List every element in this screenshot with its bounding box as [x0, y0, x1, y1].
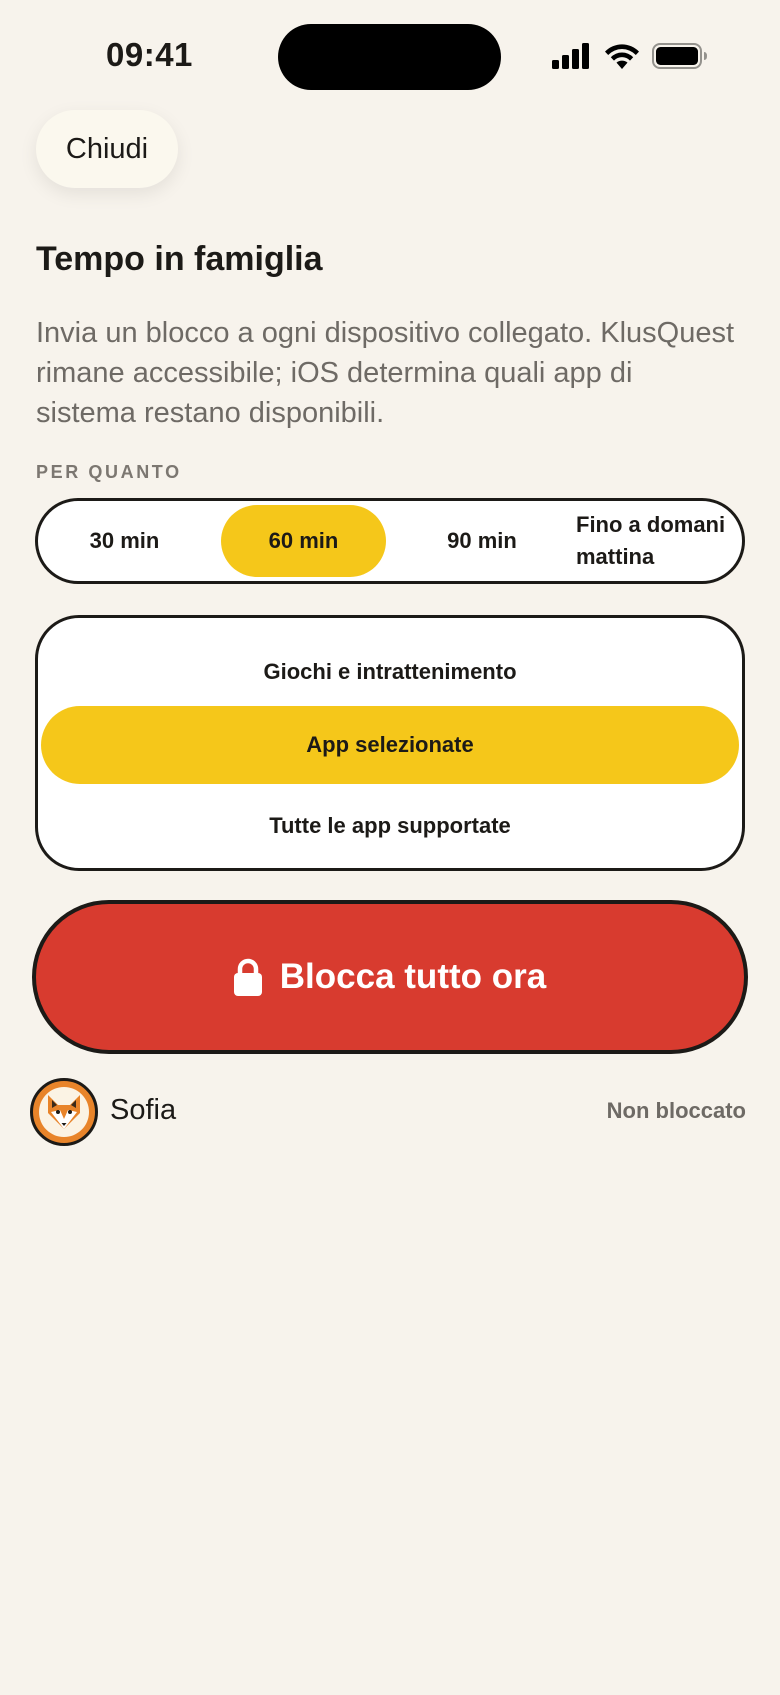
page-title: Tempo in famiglia: [36, 240, 323, 278]
duration-option-30[interactable]: 30 min: [42, 505, 207, 577]
duration-section-label: PER QUANTO: [36, 462, 182, 482]
battery-icon: [652, 42, 707, 69]
scope-option-games[interactable]: Giochi e intrattenimento: [41, 633, 739, 711]
child-row[interactable]: Sofia Non bloccato: [30, 1078, 746, 1146]
page-description: Invia un blocco a ogni dispositivo colle…: [36, 317, 735, 429]
duration-option-90[interactable]: 90 min: [399, 505, 565, 577]
duration-picker: 30 min 60 min 90 min Fino a domani matti…: [35, 498, 745, 584]
avatar: [30, 1078, 98, 1146]
child-status: Non bloccato: [606, 1098, 746, 1123]
child-name: Sofia: [110, 1094, 177, 1126]
block-all-button[interactable]: Blocca tutto ora: [32, 900, 748, 1054]
lock-icon: [233, 958, 262, 996]
status-icons: [552, 42, 708, 69]
scope-option-all-apps[interactable]: Tutte le app supportate: [41, 787, 739, 865]
wifi-icon: [605, 44, 639, 69]
scope-option-selected-apps[interactable]: App selezionate: [41, 706, 739, 784]
duration-option-60[interactable]: 60 min: [221, 505, 386, 577]
cellular-signal-icon: [552, 42, 589, 69]
block-all-label: Blocca tutto ora: [279, 957, 547, 996]
fox-icon: [39, 1087, 89, 1137]
status-bar: 09:41: [0, 0, 780, 110]
duration-option-tomorrow[interactable]: Fino a domani mattina: [568, 505, 742, 577]
scope-picker: Giochi e intrattenimento App selezionate…: [35, 615, 745, 871]
dynamic-island: [278, 24, 501, 90]
status-time: 09:41: [106, 36, 193, 73]
close-button[interactable]: Chiudi: [36, 110, 178, 188]
